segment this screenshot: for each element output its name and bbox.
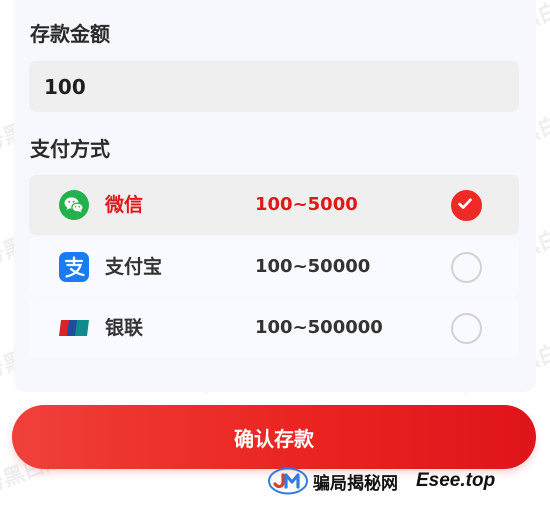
- jm-logo-icon: [268, 467, 308, 495]
- payment-option-range: 100~5000: [255, 194, 358, 215]
- payment-option-wechat[interactable]: 微信 100~5000: [29, 175, 519, 235]
- payment-option-alipay[interactable]: 支付宝 100~50000: [29, 237, 519, 297]
- confirm-deposit-button[interactable]: 确认存款: [12, 405, 536, 469]
- wechat-icon: [59, 190, 89, 220]
- amount-title: 存款金额: [30, 22, 110, 46]
- radio-unchecked-icon[interactable]: [451, 252, 482, 283]
- radio-unchecked-icon[interactable]: [451, 313, 482, 344]
- footer-brand: 骗局揭秘网 Esee.top: [268, 466, 495, 496]
- payment-option-range: 100~500000: [255, 317, 383, 338]
- footer-site-name: 骗局揭秘网: [313, 473, 398, 494]
- amount-value: 100: [44, 74, 86, 99]
- unionpay-icon: [59, 313, 89, 343]
- footer-domain: Esee.top: [416, 470, 496, 491]
- payment-option-name: 微信: [105, 194, 144, 216]
- payment-method-title: 支付方式: [30, 137, 110, 161]
- payment-option-name: 支付宝: [105, 256, 163, 278]
- payment-option-name: 银联: [105, 317, 144, 339]
- payment-option-unionpay[interactable]: 银联 100~500000: [29, 298, 519, 358]
- radio-checked-icon[interactable]: [451, 190, 482, 221]
- amount-input[interactable]: 100: [29, 61, 519, 112]
- alipay-icon: [59, 252, 89, 282]
- payment-option-range: 100~50000: [255, 256, 371, 277]
